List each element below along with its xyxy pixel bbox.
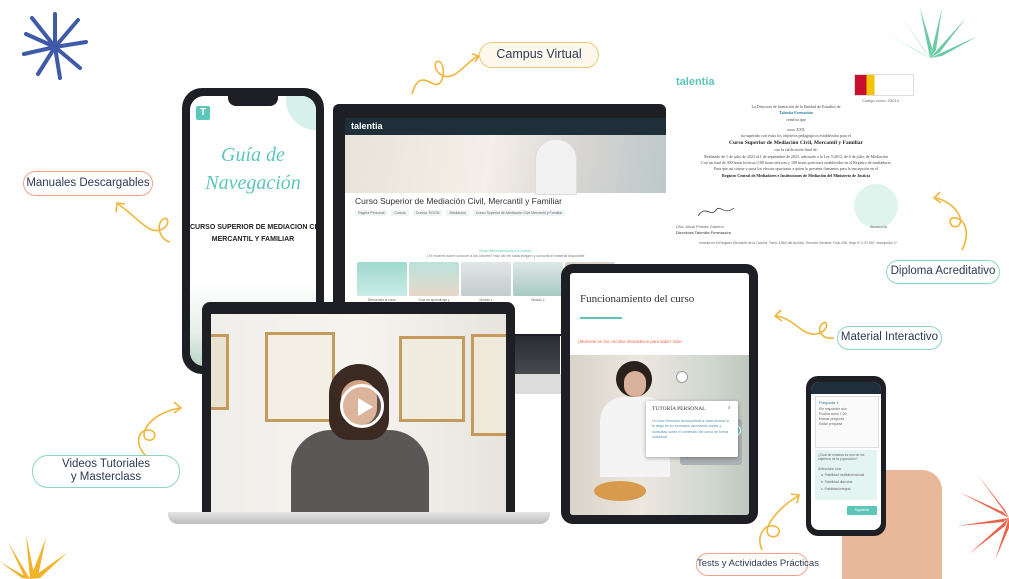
breadcrumb-item[interactable]: Página Personal bbox=[355, 210, 388, 216]
test-prompt: ¿Cuál de estados es uno de los objetivos… bbox=[818, 453, 865, 462]
test-option-a[interactable]: a. Fiabilidad multidimensional bbox=[821, 473, 864, 477]
tablet-title: Funcionamiento del curso bbox=[580, 293, 695, 305]
test-score: Puntúa como 1,00 bbox=[819, 412, 847, 416]
phone-test-screen: Pregunta 1 Sin responder aún Puntúa como… bbox=[811, 382, 881, 530]
laptop-base bbox=[168, 512, 550, 524]
teal-burst-decoration bbox=[884, 8, 978, 58]
tablet: Funcionamiento del curso ¡Muévete en los… bbox=[561, 264, 758, 524]
label-videos-line1: Videos Tutoriales bbox=[61, 458, 150, 470]
squiggle-arrow-videos bbox=[137, 401, 183, 457]
phone-test: Pregunta 1 Sin responder aún Puntúa como… bbox=[806, 376, 886, 536]
video-frame-right bbox=[399, 336, 465, 422]
guide-title-2: Navegación bbox=[205, 172, 301, 194]
coral-burst-decoration bbox=[957, 474, 1009, 560]
laptop bbox=[202, 302, 515, 512]
guide-course-2: MERCANTIL Y FAMILIAR bbox=[211, 236, 295, 243]
guide-course-1: CURSO SUPERIOR DE MEDIACIÓN CIVIL bbox=[190, 224, 316, 231]
tablet-screen: Funcionamiento del curso ¡Muévete en los… bbox=[570, 273, 749, 515]
test-option-b[interactable]: b. Fiabilidad diacrona bbox=[821, 480, 852, 484]
diploma-certifies: certifica que bbox=[786, 116, 806, 122]
diploma-seal bbox=[854, 184, 898, 228]
test-question: Pregunta 1 bbox=[819, 400, 839, 405]
popup-close-button[interactable]: x bbox=[728, 405, 731, 411]
test-option-c[interactable]: c. Fiabilidad integral bbox=[821, 487, 850, 491]
phone-test-card: Pregunta 1 Sin responder aún Puntúa como… bbox=[815, 396, 879, 448]
woman-face bbox=[624, 371, 646, 397]
hotspot-top[interactable] bbox=[676, 371, 688, 383]
tutoria-popup: TUTORÍA PERSONAL x Un tutor formador aco… bbox=[646, 401, 738, 457]
squiggle-arrow-tests bbox=[759, 493, 800, 551]
diploma-signer-role: Directora Talentia Formación bbox=[676, 230, 732, 235]
popup-text: Un tutor formador acompañará a cada alum… bbox=[652, 419, 729, 440]
diploma-registry: Registro Central de Mediadores e Institu… bbox=[721, 172, 871, 178]
module-tile-2[interactable] bbox=[409, 262, 459, 296]
laptop-screen bbox=[211, 314, 506, 512]
test-next-button[interactable]: Siguiente bbox=[847, 506, 877, 515]
breadcrumb-item[interactable]: Cursos bbox=[391, 210, 409, 216]
diploma-body: La Directora de formación de la Entidad … bbox=[676, 104, 916, 179]
test-status: Sin responder aún bbox=[819, 407, 847, 411]
label-tests-actividades: Tests y Actividades Prácticas bbox=[696, 553, 819, 576]
squiggle-arrow-campus bbox=[411, 53, 481, 95]
popup-title: TUTORÍA PERSONAL bbox=[652, 406, 706, 412]
diploma-footer: Inscrita en el Registro Mercantil de la … bbox=[699, 241, 897, 245]
module-tile-3[interactable] bbox=[461, 262, 511, 296]
guide-logo: T bbox=[196, 106, 210, 120]
test-answer-box: ¿Cuál de estados es uno de los objetivos… bbox=[815, 450, 877, 500]
tablet-divider bbox=[580, 317, 622, 319]
guide-leaf-decoration bbox=[286, 96, 316, 130]
breadcrumb-item[interactable]: Mediación bbox=[446, 210, 469, 216]
module-tile-4[interactable] bbox=[513, 262, 563, 296]
test-edit[interactable]: Editar pregunta bbox=[819, 422, 842, 426]
label-material-interactivo: Material Interactivo bbox=[837, 326, 942, 350]
diploma-certificate: talentia Código curso: 33014 La Director… bbox=[672, 74, 920, 250]
blue-starburst-decoration bbox=[22, 12, 88, 80]
diploma-signature bbox=[697, 207, 735, 217]
play-icon bbox=[358, 398, 373, 416]
monitor-welcome-sub: ¿Te mueres sobre conocer a los colores? … bbox=[426, 254, 585, 258]
monitor-hero-image bbox=[345, 135, 666, 195]
diploma-course: Curso Superior de Mediación Civil, Merca… bbox=[729, 140, 863, 147]
presenter-body bbox=[291, 430, 429, 512]
monitor-topbar: talentia bbox=[345, 118, 666, 135]
tablet-interactive-link[interactable]: ¡Muévete en los círculos interactivos pa… bbox=[578, 339, 682, 344]
guide-title-1: Guía de bbox=[221, 144, 285, 166]
video-play-button[interactable] bbox=[340, 384, 384, 428]
squiggle-arrow-manuales bbox=[115, 202, 171, 243]
croissant-plate bbox=[594, 481, 646, 501]
label-manuales-descargables: Manuales Descargables bbox=[23, 171, 153, 196]
breadcrumb-item[interactable]: Curso Superior de Mediación Civil Mercan… bbox=[472, 210, 566, 216]
breadcrumb-item[interactable]: Cursos TIOGN bbox=[412, 210, 443, 216]
label-diploma-acreditativo: Diploma Acreditativo bbox=[886, 260, 1000, 284]
module-label-4: Módulo 2 bbox=[531, 298, 545, 302]
squiggle-arrow-material bbox=[773, 309, 835, 340]
monitor-brand[interactable]: talentia bbox=[351, 121, 383, 131]
diploma-logo: talentia bbox=[676, 76, 715, 88]
monitor-course-title: Curso Superior de Mediación Civil, Merca… bbox=[355, 196, 562, 206]
label-videos-line2: y Masterclass bbox=[70, 471, 142, 483]
monitor-breadcrumb: Página Personal Cursos Cursos TIOGN Medi… bbox=[355, 210, 566, 216]
diploma-student-sig: Alumno/a bbox=[870, 224, 887, 229]
gold-burst-decoration bbox=[0, 534, 68, 579]
phone-notch bbox=[228, 96, 278, 106]
ministry-crest bbox=[854, 74, 914, 96]
test-select-one: Seleccione una: bbox=[818, 467, 842, 471]
monitor-welcome: Hola! Bienvenido/a a tu curso bbox=[479, 248, 532, 253]
phone-test-topbar bbox=[811, 382, 881, 394]
diploma-signer: Dña. Alicia Pineda Gamero bbox=[676, 224, 725, 229]
test-flag[interactable]: Marcar pregunta bbox=[819, 417, 844, 421]
diploma-code: Código curso: 33014 bbox=[862, 98, 899, 103]
label-campus-virtual: Campus Virtual bbox=[479, 42, 599, 68]
label-videos-tutoriales: Videos Tutoriales y Masterclass bbox=[32, 455, 180, 488]
video-frame-far-right bbox=[471, 334, 506, 436]
video-frame-center bbox=[265, 332, 335, 422]
video-frame-left bbox=[211, 334, 229, 410]
squiggle-arrow-diploma bbox=[932, 191, 968, 251]
hero-person bbox=[535, 139, 577, 195]
module-tile-1[interactable] bbox=[357, 262, 407, 296]
